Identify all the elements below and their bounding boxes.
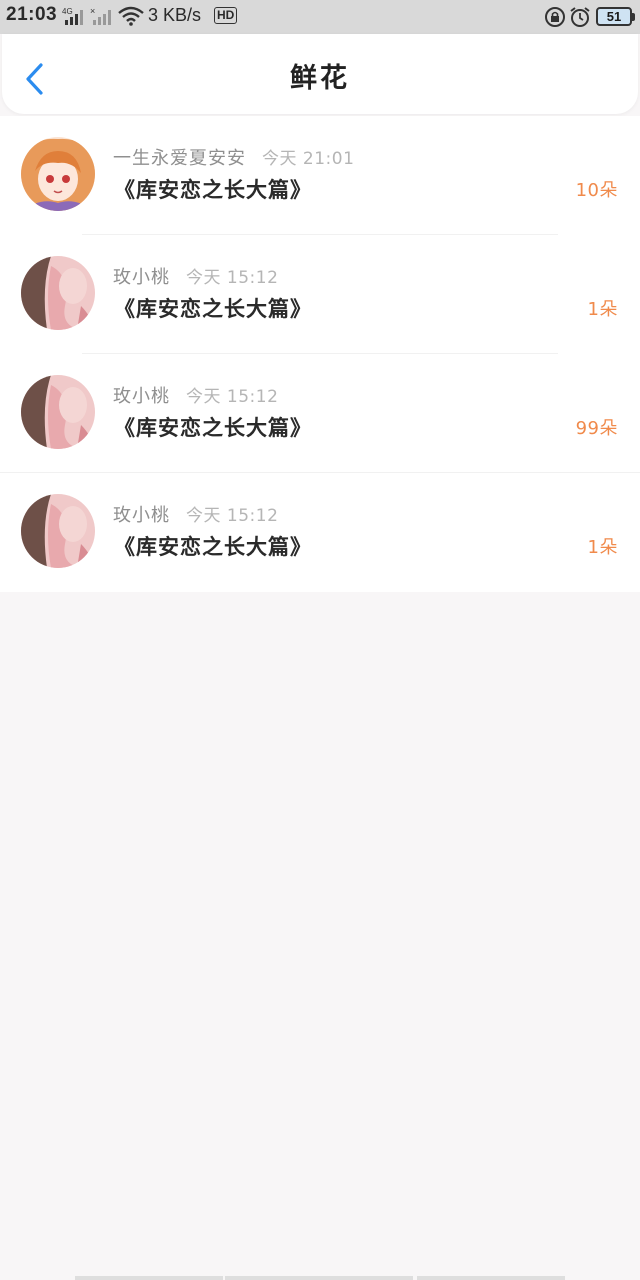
timestamp: 今天 15:12 xyxy=(186,387,279,407)
page-title: 鲜花 xyxy=(290,63,350,94)
flower-list: 一生永爱夏安安 今天 21:01 《库安恋之长大篇》 10朵 玫小桃 今天 15:1… xyxy=(0,116,640,592)
book-title: 《库安恋之长大篇》 xyxy=(114,297,312,321)
user-meta: 玫小桃 今天 15:12 xyxy=(113,382,278,408)
list-item[interactable]: 玫小桃 今天 15:12 《库安恋之长大篇》 1朵 xyxy=(0,473,640,592)
user-name: 玫小桃 xyxy=(113,267,170,288)
app-header: 鲜花 xyxy=(2,34,638,114)
status-time: 21:03 xyxy=(6,4,58,25)
list-item[interactable]: 一生永爱夏安安 今天 21:01 《库安恋之长大篇》 10朵 xyxy=(0,116,640,235)
status-bar: 21:03 4G × 3 KB/s HD 51 xyxy=(0,0,640,34)
nav-hint-right xyxy=(417,1276,565,1280)
svg-text:4G: 4G xyxy=(62,7,73,16)
user-meta: 玫小桃 今天 15:12 xyxy=(113,501,278,527)
hd-icon: HD xyxy=(214,7,238,24)
nav-hint-center xyxy=(225,1276,413,1280)
flower-count: 10朵 xyxy=(575,180,618,201)
alarm-icon xyxy=(570,7,590,27)
flower-count: 1朵 xyxy=(587,537,618,558)
battery-icon: 51 xyxy=(596,7,635,26)
user-meta: 一生永爱夏安安 今天 21:01 xyxy=(113,144,354,170)
wifi-icon xyxy=(118,6,144,26)
user-meta: 玫小桃 今天 15:12 xyxy=(113,263,278,289)
timestamp: 今天 15:12 xyxy=(186,506,279,526)
signal-none-icon: × xyxy=(90,6,111,25)
avatar[interactable] xyxy=(21,375,95,449)
avatar[interactable] xyxy=(21,137,95,211)
timestamp: 今天 21:01 xyxy=(262,149,355,169)
user-name: 玫小桃 xyxy=(113,386,170,407)
book-title: 《库安恋之长大篇》 xyxy=(114,178,312,202)
timestamp: 今天 15:12 xyxy=(186,268,279,288)
book-title: 《库安恋之长大篇》 xyxy=(114,535,312,559)
flower-count: 99朵 xyxy=(575,418,618,439)
list-item[interactable]: 玫小桃 今天 15:12 《库安恋之长大篇》 99朵 xyxy=(0,354,640,473)
lock-rotation-icon xyxy=(545,7,565,27)
list-item[interactable]: 玫小桃 今天 15:12 《库安恋之长大篇》 1朵 xyxy=(0,235,640,354)
flower-count: 1朵 xyxy=(587,299,618,320)
avatar[interactable] xyxy=(21,256,95,330)
network-speed: 3 KB/s xyxy=(148,5,202,25)
svg-text:×: × xyxy=(90,6,95,16)
book-title: 《库安恋之长大篇》 xyxy=(114,416,312,440)
signal-4g-icon: 4G xyxy=(62,7,83,25)
nav-hint-left xyxy=(75,1276,223,1280)
avatar[interactable] xyxy=(21,494,95,568)
user-name: 一生永爱夏安安 xyxy=(113,148,246,169)
user-name: 玫小桃 xyxy=(113,505,170,526)
